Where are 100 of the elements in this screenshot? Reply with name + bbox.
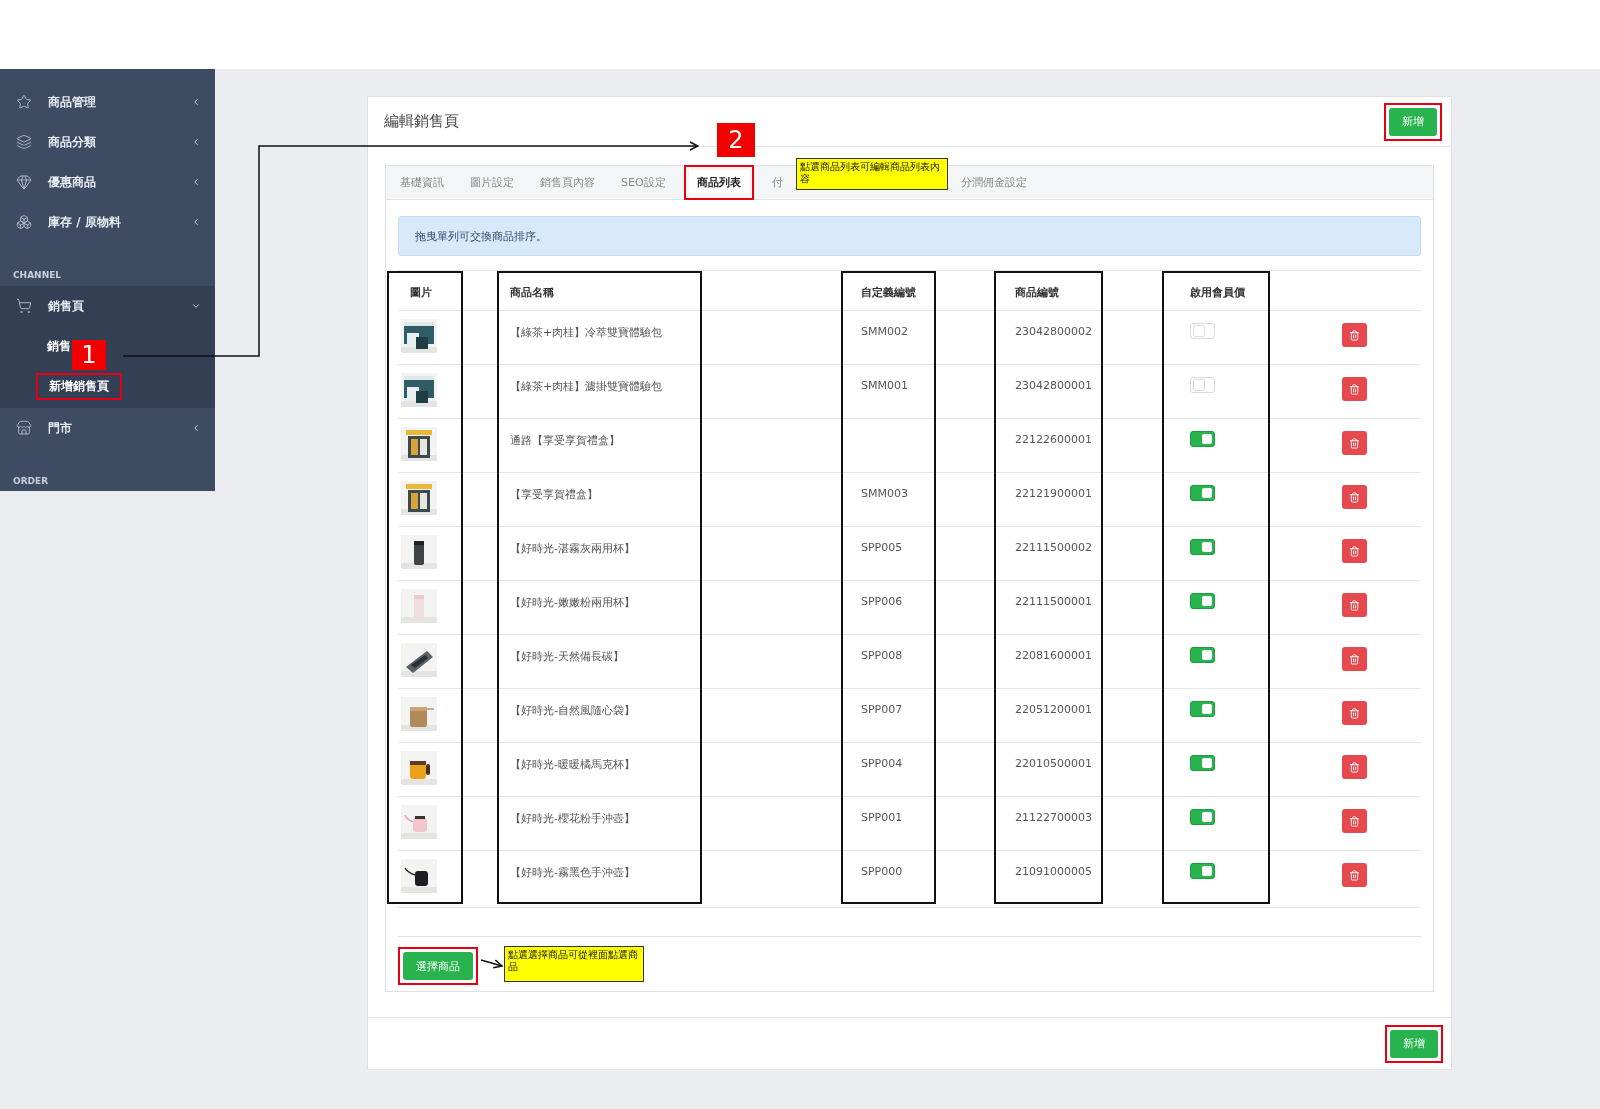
table-cell-text: 22111500001	[1014, 594, 1093, 608]
table-cell-text: SPP005	[860, 540, 904, 554]
toggle-switch[interactable]	[1190, 809, 1215, 825]
table-cell-text: 【好時光-自然風隨心袋】	[509, 703, 636, 718]
toggle-switch[interactable]	[1190, 431, 1215, 447]
delete-button[interactable]	[1342, 701, 1367, 725]
table-cell-text: 【好時光-天然備長碳】	[509, 649, 625, 664]
table-cell-text: 【好時光-暖暖橘馬克杯】	[509, 757, 636, 772]
trash-icon	[1349, 815, 1360, 827]
sidebar-item[interactable]: 商品分類	[0, 122, 215, 162]
sidebar-item[interactable]: 商品管理	[0, 82, 215, 122]
table-cell-text: 22111500002	[1014, 540, 1093, 554]
chevron-down-icon	[191, 301, 201, 311]
table-cell-text: SMM002	[860, 324, 909, 338]
sidebar-item[interactable]: 庫存 / 原物料	[0, 202, 215, 242]
table-cell-text: 【享受享賀禮盒】	[509, 487, 599, 502]
toggle-switch[interactable]	[1190, 863, 1215, 879]
step-badge: 2	[717, 123, 755, 157]
column-header: 啟用會員價	[1189, 285, 1246, 300]
trash-icon	[1349, 599, 1360, 611]
layers-icon	[16, 134, 32, 150]
table-cell-text: 21122700003	[1014, 810, 1093, 824]
table-cell-text: 22121900001	[1014, 486, 1093, 500]
sidebar-subitem[interactable]: 新增銷售頁	[41, 377, 117, 395]
trash-icon	[1349, 437, 1360, 449]
column-header: 商品名稱	[509, 285, 555, 300]
trash-icon	[1349, 491, 1360, 503]
callout-tooltip: 點選選擇商品可從裡面點選商品	[504, 946, 644, 982]
table-cell-text: SMM001	[860, 378, 909, 392]
toggle-switch[interactable]	[1190, 647, 1215, 663]
table-cell-text: 【好時光-櫻花粉手沖壺】	[509, 811, 636, 826]
delete-button[interactable]	[1342, 593, 1367, 617]
table-cell-text: 【綠茶+肉桂】濾掛雙寶體驗包	[509, 379, 664, 394]
gem-icon	[16, 174, 32, 190]
table-cell-text: SPP004	[860, 756, 904, 770]
card-title: 編輯銷售頁	[384, 112, 459, 131]
delete-button[interactable]	[1342, 755, 1367, 779]
table-cell-text: 23042800002	[1014, 324, 1093, 338]
delete-button[interactable]	[1342, 377, 1367, 401]
delete-button[interactable]	[1342, 485, 1367, 509]
table-cell-text: SPP000	[860, 864, 904, 878]
table-cell-text: 22122600001	[1014, 432, 1093, 446]
toggle-switch[interactable]	[1190, 539, 1215, 555]
trash-icon	[1349, 653, 1360, 665]
toggle-switch[interactable]	[1190, 593, 1215, 609]
sidebar-item[interactable]: 優惠商品	[0, 162, 215, 202]
delete-button[interactable]	[1342, 431, 1367, 455]
delete-button[interactable]	[1342, 809, 1367, 833]
trash-icon	[1349, 383, 1360, 395]
info-alert: 拖曳單列可交換商品排序。	[398, 216, 1421, 256]
table-cell-text: 22010500001	[1014, 756, 1093, 770]
table-cell-text: 通路【享受享賀禮盒】	[509, 433, 621, 448]
column-header: 自定義編號	[860, 285, 917, 300]
sidebar-subitem[interactable]: 銷售	[47, 337, 71, 355]
section-header: ORDER	[13, 476, 49, 486]
tab[interactable]: 分潤佣金設定	[952, 170, 1035, 195]
trash-icon	[1349, 545, 1360, 557]
tab[interactable]: 基礎資訊	[392, 170, 452, 195]
table-cell-text: SMM003	[860, 486, 909, 500]
table-cell-text: 【好時光-湛霧灰兩用杯】	[509, 541, 636, 556]
chevron-left-icon	[191, 217, 201, 227]
tab[interactable]: 圖片設定	[462, 170, 522, 195]
store-icon	[16, 420, 32, 436]
cart-icon	[16, 298, 32, 314]
table-cell-text: 【好時光-霧黑色手沖壺】	[509, 865, 636, 880]
callout-tooltip: 點選商品列表可編輯商品列表內容	[796, 158, 948, 190]
table-cell-text: 【綠茶+肉桂】冷萃雙寶體驗包	[509, 325, 664, 340]
sidebar-item[interactable]: 銷售頁	[0, 286, 215, 326]
chevron-left-icon	[191, 177, 201, 187]
table-cell-text: SPP001	[860, 810, 904, 824]
chevron-left-icon	[191, 97, 201, 107]
step-badge: 1	[72, 340, 106, 370]
table-cell-text: SPP006	[860, 594, 904, 608]
toggle-switch[interactable]	[1190, 485, 1215, 501]
boxes-icon	[16, 214, 32, 230]
toggle-switch[interactable]	[1190, 755, 1215, 771]
sidebar-item[interactable]: 門市	[0, 408, 215, 448]
trash-icon	[1349, 707, 1360, 719]
star-icon	[16, 94, 32, 110]
trash-icon	[1349, 869, 1360, 881]
column-header: 圖片	[409, 285, 433, 300]
chevron-left-icon	[191, 137, 201, 147]
column-header: 商品編號	[1014, 285, 1060, 300]
table-cell-text: SPP007	[860, 702, 904, 716]
arrow	[480, 959, 503, 969]
trash-icon	[1349, 761, 1360, 773]
trash-icon	[1349, 329, 1360, 341]
chevron-left-icon	[191, 423, 201, 433]
table-cell-text: SPP008	[860, 648, 904, 662]
delete-button[interactable]	[1342, 323, 1367, 347]
table-cell-text: 21091000005	[1014, 864, 1093, 878]
delete-button[interactable]	[1342, 647, 1367, 671]
table-cell-text: 22051200001	[1014, 702, 1093, 716]
table-cell-text: 23042800001	[1014, 378, 1093, 392]
table-cell-text: 【好時光-嫩嫩粉兩用杯】	[509, 595, 636, 610]
delete-button[interactable]	[1342, 863, 1367, 887]
tab[interactable]: 商品列表	[688, 170, 749, 195]
section-header: CHANNEL	[13, 270, 62, 280]
toggle-switch[interactable]	[1190, 701, 1215, 717]
delete-button[interactable]	[1342, 539, 1367, 563]
